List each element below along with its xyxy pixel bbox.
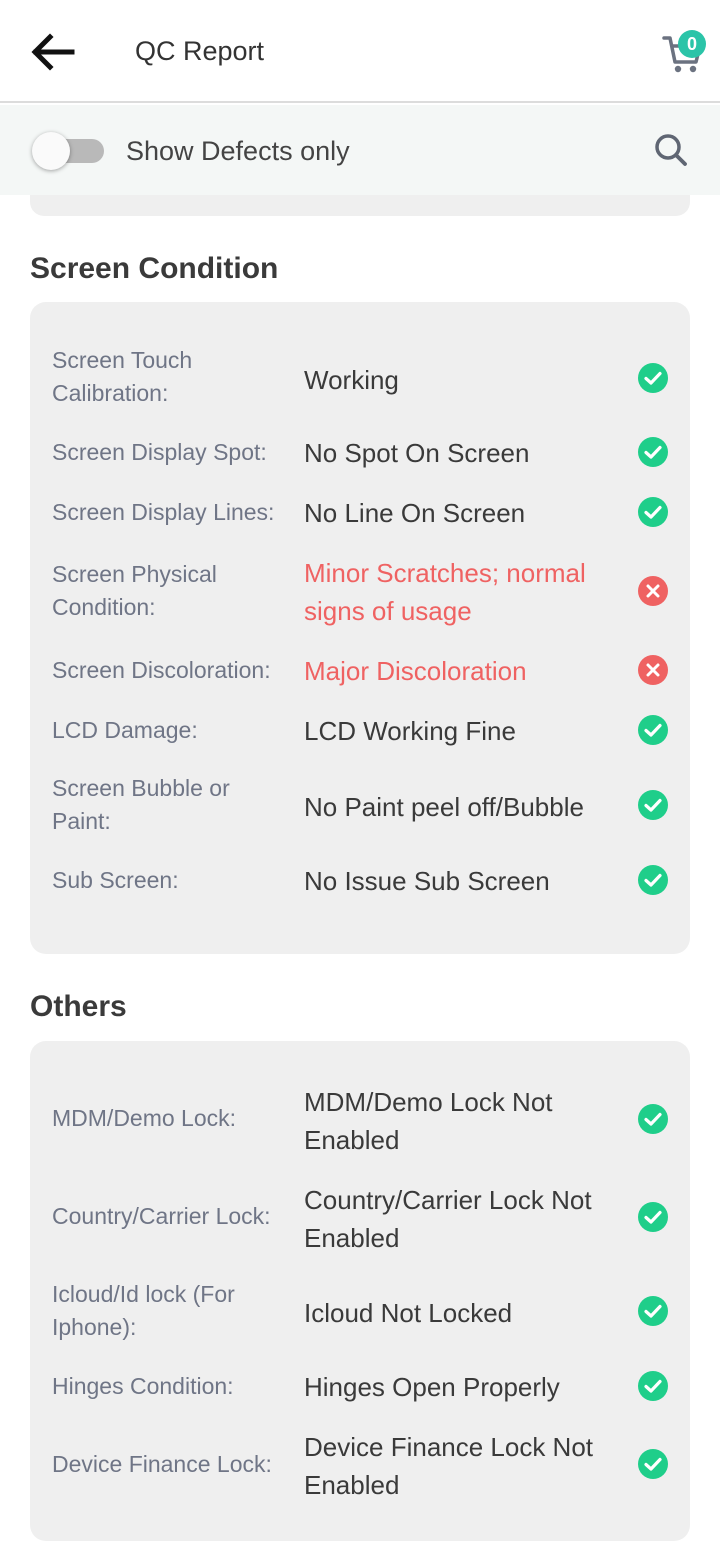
row-value: MDM/Demo Lock Not Enabled — [304, 1087, 553, 1155]
check-ok-icon — [637, 1448, 669, 1480]
row-value: Hinges Open Properly — [304, 1372, 560, 1402]
row-label: Screen Physical Condition: — [52, 561, 217, 620]
check-ok-icon — [637, 864, 669, 896]
show-defects-label: Show Defects only — [126, 136, 350, 166]
check-ok-icon — [637, 1370, 669, 1402]
page-title: QC Report — [135, 36, 265, 66]
row-label: Screen Discoloration: — [52, 657, 271, 683]
check-ok-icon — [637, 436, 669, 468]
row-label: Device Finance Lock: — [52, 1451, 272, 1477]
toggle-knob — [32, 132, 70, 170]
check-ok-icon — [637, 362, 669, 394]
section-title-screen-condition: Screen Condition — [30, 252, 279, 285]
screen-condition-card: Screen Touch Calibration: Working Screen… — [30, 302, 690, 954]
row-value: Device Finance Lock Not Enabled — [304, 1432, 594, 1500]
row-label: Hinges Condition: — [52, 1373, 234, 1399]
defect-x-icon — [637, 654, 669, 686]
row-value-defect: Minor Scratches; normal signs of usage — [304, 558, 586, 626]
check-ok-icon — [637, 496, 669, 528]
row-value: LCD Working Fine — [304, 716, 516, 746]
section-title-others: Others — [30, 990, 127, 1023]
show-defects-toggle[interactable] — [32, 131, 104, 171]
check-ok-icon — [637, 1295, 669, 1327]
row-value: No Spot On Screen — [304, 438, 530, 468]
check-ok-icon — [637, 789, 669, 821]
row-label: MDM/Demo Lock: — [52, 1105, 237, 1131]
row-label: Screen Touch Calibration: — [52, 347, 193, 406]
back-arrow-icon[interactable] — [28, 30, 76, 74]
search-icon[interactable] — [652, 131, 690, 169]
check-ok-icon — [637, 714, 669, 746]
others-card: MDM/Demo Lock: MDM/Demo Lock Not Enabled… — [30, 1041, 690, 1541]
row-value: No Paint peel off/Bubble — [304, 792, 584, 822]
row-label: Screen Display Spot: — [52, 439, 267, 465]
row-label: Screen Bubble or Paint: — [52, 775, 230, 834]
row-label: Sub Screen: — [52, 867, 179, 893]
row-value: Icloud Not Locked — [304, 1298, 513, 1328]
check-ok-icon — [637, 1201, 669, 1233]
row-value: Working — [304, 365, 399, 395]
row-label: Icloud/Id lock (For Iphone): — [52, 1281, 235, 1340]
row-value-defect: Major Discoloration — [304, 656, 527, 686]
row-value: No Line On Screen — [304, 498, 526, 528]
row-label: LCD Damage: — [52, 717, 198, 743]
defect-x-icon — [637, 575, 669, 607]
app-bar: QC Report 0 — [0, 0, 720, 103]
cart-count-badge: 0 — [678, 30, 706, 58]
row-label: Screen Display Lines: — [52, 499, 275, 525]
filter-bar — [0, 105, 720, 195]
row-label: Country/Carrier Lock: — [52, 1203, 271, 1229]
check-ok-icon — [637, 1103, 669, 1135]
row-value: Country/Carrier Lock Not Enabled — [304, 1185, 592, 1253]
row-value: No Issue Sub Screen — [304, 866, 550, 896]
